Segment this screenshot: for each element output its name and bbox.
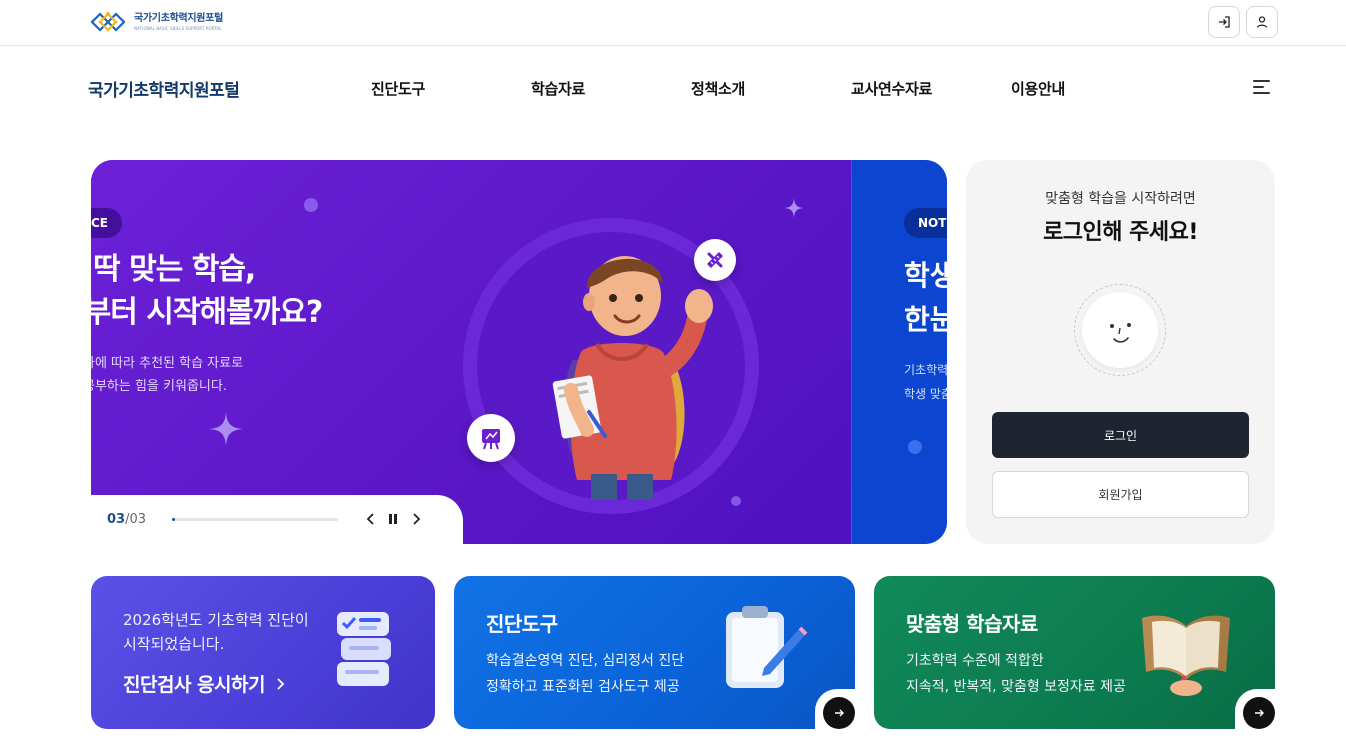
next-slide-title: 학생 한눈 xyxy=(904,254,947,342)
logo-mark-icon xyxy=(90,12,126,32)
logo-text-ko: 국가기초학력지원포털 xyxy=(134,12,224,24)
menu-icon[interactable] xyxy=(1253,79,1271,95)
hero-title-line1: 게 딱 맞는 학습, xyxy=(91,252,256,287)
diagnosis-tools-go-button[interactable] xyxy=(823,697,855,729)
take-diagnosis-link[interactable]: 진단검사 응시하기 xyxy=(123,670,285,697)
decor-dot xyxy=(304,198,318,212)
arrow-right-icon xyxy=(1255,709,1264,717)
login-panel: 맞춤형 학습을 시작하려면 로그인해 주세요! 로그인 회원가입 xyxy=(966,160,1275,544)
student-character-illustration xyxy=(552,256,713,500)
ruler-pencil-icon xyxy=(694,239,736,281)
decor-dot xyxy=(908,440,922,454)
logo-text: 국가기초학력지원포털 NATIONAL BASIC SKILLS SUPPORT… xyxy=(134,12,224,31)
diagnosis-tools-title: 진단도구 xyxy=(486,612,558,636)
next-slide-desc-line2: 학생 맞춤 xyxy=(904,387,947,401)
carousel-prev-button[interactable] xyxy=(361,509,381,529)
custom-materials-desc-line1: 기초학력 수준에 적합한 xyxy=(906,653,1044,669)
clipboard-pencil-icon xyxy=(726,606,808,688)
nav-item-diagnosis-tools[interactable]: 진단도구 xyxy=(371,78,425,99)
login-panel-title: 로그인해 주세요! xyxy=(1043,220,1198,245)
site-title[interactable]: 국가기초학력지원포털 xyxy=(88,76,240,101)
sparkle-icon xyxy=(209,412,243,446)
user-icon xyxy=(1256,16,1268,28)
hero-title-line2: 금부터 시작해볼까요? xyxy=(91,295,323,330)
signup-button[interactable]: 회원가입 xyxy=(992,471,1249,518)
slide-badge-next: NOTIC xyxy=(904,208,947,238)
checklist-cards-icon xyxy=(337,612,391,686)
user-icon-button[interactable] xyxy=(1246,6,1278,38)
decor-dot xyxy=(731,496,741,506)
login-button[interactable]: 로그인 xyxy=(992,412,1249,458)
next-slide-title-line1: 학생 xyxy=(904,259,947,292)
diagnosis-notice-line1: 2026학년도 기초학력 진단이 xyxy=(123,611,309,629)
chevron-left-icon xyxy=(366,513,374,525)
carousel-pause-button[interactable] xyxy=(383,509,403,529)
custom-materials-go-button[interactable] xyxy=(1243,697,1275,729)
global-navigation: 국가기초학력지원포털 진단도구 학습자료 정책소개 교사연수자료 이용안내 xyxy=(0,46,1346,126)
diagnosis-tools-card[interactable]: 진단도구 학습결손영역 진단, 심리정서 진단 정확하고 표준화된 검사도구 제… xyxy=(454,576,855,729)
next-slide-title-line2: 한눈 xyxy=(904,303,947,336)
smiley-face-icon xyxy=(1082,292,1158,368)
utility-bar: 국가기초학력지원포털 NATIONAL BASIC SKILLS SUPPORT… xyxy=(0,0,1346,46)
diagnosis-tools-desc: 학습결손영역 진단, 심리정서 진단 정확하고 표준화된 검사도구 제공 xyxy=(486,648,684,700)
hero-description: 과에 따라 추천된 학습 자료로 공부하는 힘을 키워줍니다. xyxy=(91,352,243,398)
take-diagnosis-label: 진단검사 응시하기 xyxy=(123,674,265,696)
carousel-next-button[interactable] xyxy=(406,509,426,529)
next-slide-description: 기초학력 학생 맞춤 xyxy=(904,358,947,406)
login-icon-button[interactable] xyxy=(1208,6,1240,38)
login-panel-subtitle: 맞춤형 학습을 시작하려면 xyxy=(1045,191,1196,207)
easel-board-icon xyxy=(467,414,515,462)
hero-slide-current[interactable]: CE 게 딱 맞는 학습, 금부터 시작해볼까요? 과에 따라 추천된 학습 자… xyxy=(91,160,851,544)
diagnosis-tools-desc-line1: 학습결손영역 진단, 심리정서 진단 xyxy=(486,653,685,669)
custom-materials-title: 맞춤형 학습자료 xyxy=(906,612,1038,636)
carousel-pager: 03/03 xyxy=(107,512,146,527)
diagnosis-tools-desc-line2: 정확하고 표준화된 검사도구 제공 xyxy=(486,679,680,695)
hero-title: 게 딱 맞는 학습, 금부터 시작해볼까요? xyxy=(91,248,323,334)
carousel-progress-bar xyxy=(172,518,338,521)
logo-text-en: NATIONAL BASIC SKILLS SUPPORT PORTAL xyxy=(134,25,222,31)
pause-icon xyxy=(389,514,397,524)
diagnosis-notice-text: 2026학년도 기초학력 진단이 시작되었습니다. xyxy=(123,608,309,656)
diagnosis-notice-line2: 시작되었습니다. xyxy=(123,635,225,653)
hero-desc-line1: 과에 따라 추천된 학습 자료로 xyxy=(91,356,244,371)
slide-badge: CE xyxy=(91,208,123,238)
nav-item-learning-materials[interactable]: 학습자료 xyxy=(531,78,585,99)
hero-slide-next[interactable]: NOTIC 학생 한눈 기초학력 학생 맞춤 xyxy=(851,160,947,544)
next-slide-desc-line1: 기초학력 xyxy=(904,363,947,377)
nav-item-policy[interactable]: 정책소개 xyxy=(691,78,745,99)
hero-desc-line2: 공부하는 힘을 키워줍니다. xyxy=(91,379,227,394)
custom-materials-desc-line2: 지속적, 반복적, 맞춤형 보정자료 제공 xyxy=(906,679,1126,695)
nav-item-guide[interactable]: 이용안내 xyxy=(1011,78,1065,99)
logo[interactable]: 국가기초학력지원포털 NATIONAL BASIC SKILLS SUPPORT… xyxy=(88,8,223,36)
chevron-right-icon xyxy=(277,677,285,690)
pager-current: 03 xyxy=(107,512,126,527)
custom-materials-card[interactable]: 맞춤형 학습자료 기초학력 수준에 적합한 지속적, 반복적, 맞춤형 보정자료… xyxy=(874,576,1275,729)
carousel-controls: 03/03 xyxy=(91,495,463,545)
login-icon xyxy=(1219,16,1230,28)
open-book-icon xyxy=(1142,615,1230,696)
carousel-progress-fill xyxy=(172,518,176,521)
sparkle-icon xyxy=(784,198,804,218)
pager-total: 03 xyxy=(129,512,147,527)
nav-item-teacher-training[interactable]: 교사연수자료 xyxy=(851,78,932,99)
avatar xyxy=(1074,284,1166,376)
diagnosis-exam-card[interactable]: 2026학년도 기초학력 진단이 시작되었습니다. 진단검사 응시하기 xyxy=(91,576,435,729)
custom-materials-desc: 기초학력 수준에 적합한 지속적, 반복적, 맞춤형 보정자료 제공 xyxy=(906,648,1126,700)
arrow-right-icon xyxy=(835,709,844,717)
hero-carousel[interactable]: CE 게 딱 맞는 학습, 금부터 시작해볼까요? 과에 따라 추천된 학습 자… xyxy=(91,160,947,544)
chevron-right-icon xyxy=(413,513,421,525)
